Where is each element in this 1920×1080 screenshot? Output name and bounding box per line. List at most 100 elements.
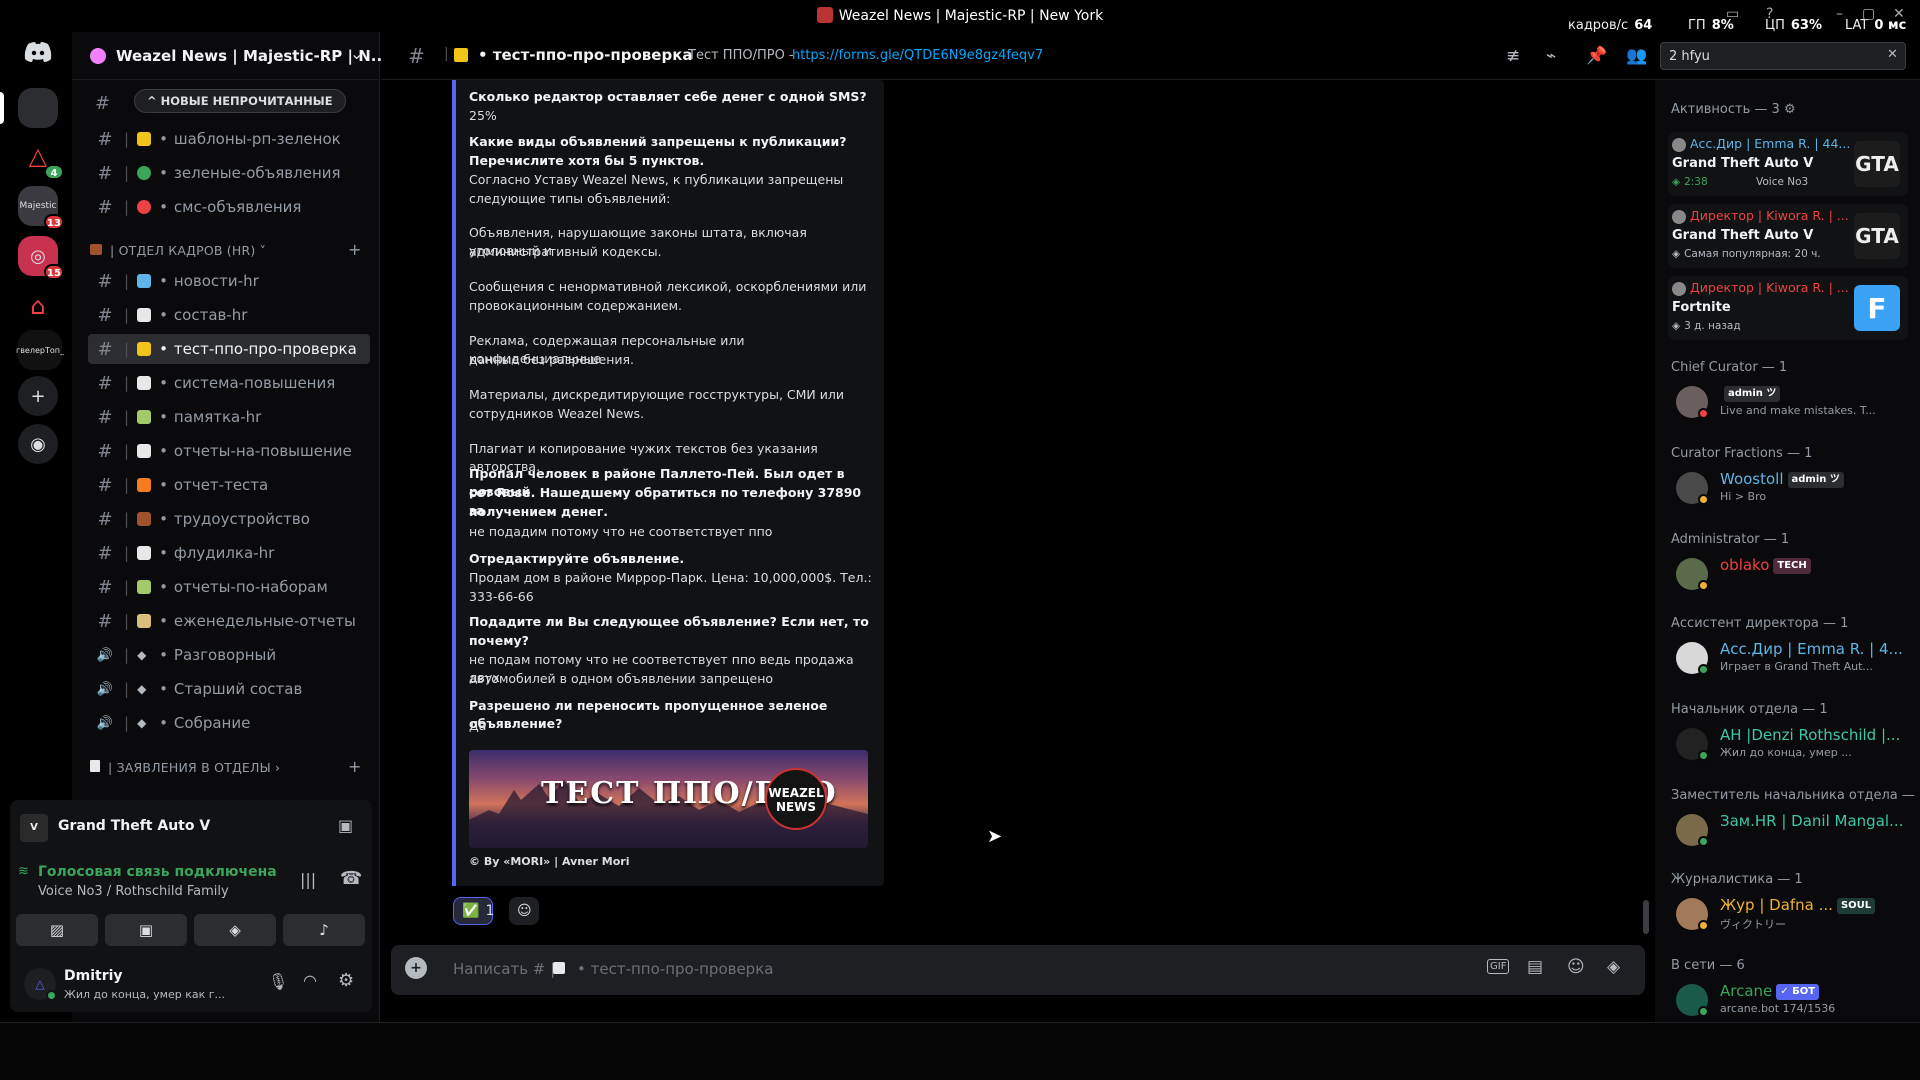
noise-suppression-icon[interactable]: ||| bbox=[300, 870, 316, 889]
member-row[interactable]: Асс.Дир | Emma R. | 4... Играет в Grand T… bbox=[1676, 638, 1912, 682]
gif-icon[interactable]: GIF bbox=[1487, 959, 1510, 974]
channel-item[interactable]: # | • памятка-hr bbox=[88, 402, 370, 432]
user-name[interactable]: Dmitriy bbox=[64, 968, 123, 984]
fps-value: 64 bbox=[1634, 18, 1653, 33]
attach-plus-icon[interactable]: + bbox=[405, 957, 427, 979]
channel-item[interactable]: # | • отчеты-на-повышение bbox=[88, 436, 370, 466]
fps-label: кадров/с bbox=[1568, 18, 1629, 33]
chevron-down-icon[interactable]: ⌄ bbox=[350, 44, 363, 63]
stream-icon[interactable]: ▣ bbox=[338, 816, 353, 835]
channel-item[interactable]: 🔊 | ◆ • Собрание bbox=[88, 708, 370, 738]
member-row[interactable]: Жур | Dafna ... SOUL ヴィクトリー bbox=[1676, 894, 1912, 938]
bullet: • bbox=[159, 272, 168, 290]
hash-icon: # bbox=[97, 128, 113, 150]
activity-card[interactable]: Директор | Kiwora R. | ... Grand Theft Au… bbox=[1668, 204, 1908, 268]
channel-item[interactable]: # | • зеленые-объявления bbox=[88, 158, 370, 188]
composer-channel[interactable]: • тест-ппо-про-проверка bbox=[577, 960, 773, 978]
inbox-icon[interactable]: ▭ bbox=[1726, 6, 1739, 22]
channel-item[interactable]: # | • система-повышения bbox=[88, 368, 370, 398]
category-hr-label: | ОТДЕЛ КАДРОВ (HR) ˅ bbox=[110, 243, 267, 258]
member-list-icon[interactable]: 👥 bbox=[1626, 46, 1647, 66]
channel-item[interactable]: # | • трудоустройство bbox=[88, 504, 370, 534]
add-channel-icon[interactable]: + bbox=[348, 240, 361, 259]
member-row[interactable]: Зам.HR | Danil Mangal... bbox=[1676, 810, 1912, 854]
channel-item[interactable]: # | • флудилка-hr bbox=[88, 538, 370, 568]
channel-name: Собрание bbox=[173, 714, 251, 732]
signal-icon[interactable]: ≋ bbox=[18, 864, 29, 879]
channel-item[interactable]: # | • отчет-теста bbox=[88, 470, 370, 500]
channel-item[interactable]: # | • состав-hr bbox=[88, 300, 370, 330]
new-unread-button[interactable]: ^ НОВЫЕ НЕПРОЧИТАННЫЕ bbox=[134, 89, 346, 113]
emoji-icon[interactable]: ☺ bbox=[1567, 957, 1585, 977]
clear-search-icon[interactable]: ✕ bbox=[1887, 47, 1898, 62]
server-icon-majestic[interactable]: Majestic 13 bbox=[18, 186, 64, 230]
member-row[interactable]: admin ツ Live and make mistakes. T... bbox=[1676, 382, 1912, 426]
settings-gear-icon[interactable]: ⚙ bbox=[1784, 102, 1796, 117]
screen-share-button[interactable]: ▣ bbox=[105, 914, 187, 946]
member-row[interactable]: oblako TECH bbox=[1676, 554, 1912, 598]
add-reaction-button[interactable]: ☺ bbox=[509, 897, 539, 925]
member-row[interactable]: Woostoll admin ツ Hi > Bro bbox=[1676, 468, 1912, 512]
embed-text-line: данные без разрешения. bbox=[469, 352, 634, 367]
pin-icon[interactable]: 📌 bbox=[1586, 46, 1607, 66]
threads-icon[interactable]: ≢ bbox=[1506, 46, 1520, 66]
activities-button[interactable]: ◈ bbox=[194, 914, 276, 946]
activity-game: Grand Theft Auto V bbox=[58, 818, 211, 834]
server-icon-5[interactable]: ⌂ bbox=[18, 286, 58, 326]
apps-gamepad-icon[interactable]: ◈ bbox=[1607, 957, 1620, 977]
member-status-dot bbox=[1698, 750, 1709, 761]
camera-button[interactable]: ▨ bbox=[16, 914, 98, 946]
microphone-icon[interactable]: 🎙 bbox=[268, 972, 288, 991]
notification-bell-icon[interactable]: ⌁ bbox=[1546, 46, 1556, 66]
activity-game-name: Fortnite bbox=[1672, 300, 1731, 315]
voice-status[interactable]: Голосовая связь подключена bbox=[38, 864, 277, 880]
activity-card[interactable]: Асс.Дир | Emma R. | 44... Grand Theft Aut… bbox=[1668, 132, 1908, 196]
embed-banner-image[interactable]: ТЕСТ ППО/ПРО WEAZEL NEWS bbox=[469, 750, 868, 848]
channel-item[interactable]: # | • еженедельные-отчеты bbox=[88, 606, 370, 636]
discover-icon[interactable]: ◉ bbox=[18, 424, 58, 464]
chat-scrollbar[interactable] bbox=[1643, 900, 1649, 934]
help-icon[interactable]: ? bbox=[1766, 6, 1773, 22]
disconnect-icon[interactable]: ☎ bbox=[340, 868, 362, 889]
channel-item[interactable]: 🔊 | ◆ • Старший состав bbox=[88, 674, 370, 704]
minimize-icon[interactable]: – bbox=[1836, 6, 1843, 22]
activity-card[interactable]: Директор | Kiwora R. | ... Fortnite ◈ 3 д. … bbox=[1668, 276, 1908, 340]
server-icon-4[interactable]: ◎ 15 bbox=[18, 236, 64, 280]
channel-item[interactable]: # | • шаблоны-рп-зеленок bbox=[88, 124, 370, 154]
category-applications[interactable]: | ЗАЯВЛЕНИЯ В ОТДЕЛЫ › bbox=[90, 760, 280, 775]
search-box[interactable]: ✕ bbox=[1660, 42, 1906, 70]
sticker-icon[interactable]: ▤ bbox=[1527, 957, 1543, 977]
search-input[interactable] bbox=[1669, 47, 1869, 65]
headphones-icon[interactable]: ◠ bbox=[303, 971, 317, 990]
member-status-dot bbox=[1698, 920, 1709, 931]
settings-gear-icon[interactable]: ⚙ bbox=[338, 970, 354, 991]
member-row[interactable]: Arcane ✓ БОТ arcane.bot 174/1536 bbox=[1676, 980, 1912, 1024]
channel-item[interactable]: # | • смс-объявления bbox=[88, 192, 370, 222]
voice-channel[interactable]: Voice No3 / Rothschild Family bbox=[38, 884, 229, 899]
gpu-label: ГП bbox=[1688, 18, 1706, 33]
channel-item[interactable]: 🔊 | ◆ • Разговорный bbox=[88, 640, 370, 670]
maximize-icon[interactable]: ▢ bbox=[1862, 6, 1875, 22]
reaction-checkmark[interactable]: ✅ 1 bbox=[453, 897, 494, 925]
channel-item[interactable]: # | • новости-hr bbox=[88, 266, 370, 296]
channel-name: Старший состав bbox=[173, 680, 303, 698]
server-icon-1[interactable] bbox=[0, 88, 58, 128]
add-channel-icon[interactable]: + bbox=[348, 757, 361, 776]
server-header[interactable]: Weazel News | Majestic-RP | N... ⌄ bbox=[72, 32, 388, 80]
category-hr[interactable]: | ОТДЕЛ КАДРОВ (HR) ˅ bbox=[90, 243, 266, 258]
channel-item[interactable]: # | • тест-ппо-про-проверка bbox=[88, 334, 370, 364]
composer-placeholder[interactable]: Написать # | bbox=[453, 960, 555, 978]
hash-icon: # bbox=[97, 508, 113, 530]
member-row[interactable]: AH |Denzi Rothschild |... Жил до конца, у… bbox=[1676, 724, 1912, 768]
topic-link[interactable]: https://forms.gle/QTDE6N9e8gz4feqv7 bbox=[792, 48, 1043, 63]
member-group-header: Начальник отдела — 1 bbox=[1671, 702, 1828, 717]
discord-home-icon[interactable] bbox=[18, 32, 58, 72]
soundboard-button[interactable]: ♪ bbox=[283, 914, 365, 946]
channel-item[interactable]: # | • отчеты-по-наборам bbox=[88, 572, 370, 602]
separator: | bbox=[124, 130, 130, 148]
channel-emoji-icon bbox=[137, 478, 152, 492]
server-icon-2[interactable]: △ 4 bbox=[18, 136, 64, 180]
server-icon-6[interactable]: гвелерТоп_ bbox=[16, 330, 64, 370]
close-window-icon[interactable]: ✕ bbox=[1893, 6, 1905, 22]
add-server-icon[interactable]: + bbox=[18, 376, 58, 416]
